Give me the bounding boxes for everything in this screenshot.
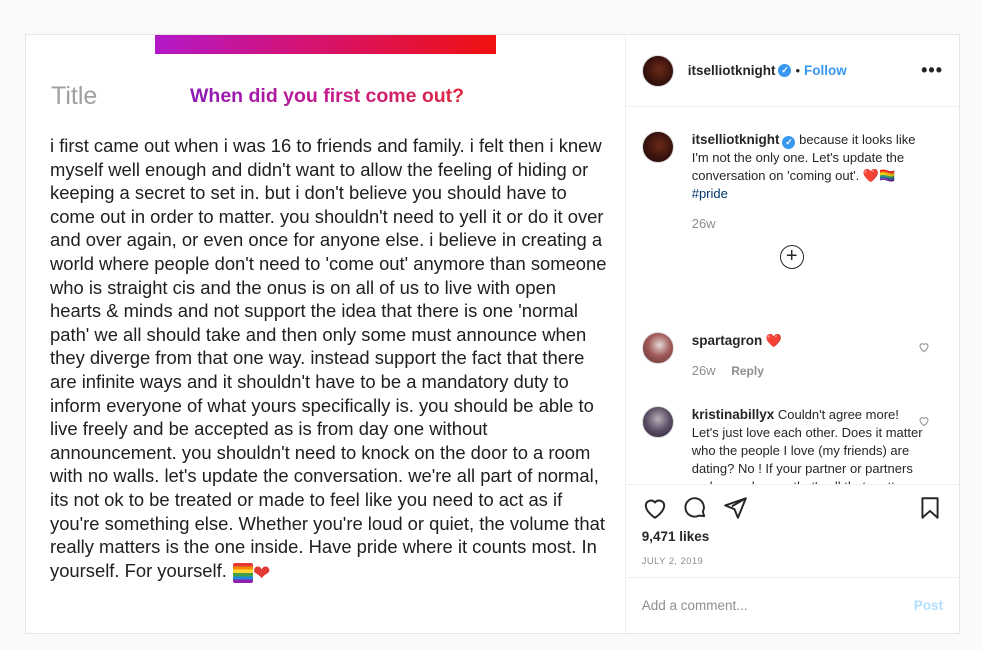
- image-title-label: Title: [51, 82, 98, 110]
- rainbow-flag-icon: [232, 563, 253, 584]
- post-header: itselliotknight ✓ • Follow •••: [625, 35, 959, 107]
- instagram-post: Title When did you first come out? i fir…: [25, 34, 960, 634]
- comment-meta: 26w Reply: [692, 362, 928, 380]
- caption-body: itselliotknight ✓ because it looks like I…: [692, 131, 928, 233]
- heart-emoji: ❤: [252, 561, 271, 585]
- commenter-avatar[interactable]: [641, 332, 674, 364]
- post-actions: 9,471 likes JULY 2, 2019: [625, 484, 959, 567]
- post-comment-button[interactable]: Post: [914, 598, 943, 613]
- verified-badge-icon: ✓: [782, 136, 796, 149]
- like-comment-heart-icon[interactable]: [918, 341, 930, 353]
- author-info: itselliotknight ✓ • Follow: [688, 63, 847, 78]
- comment-body: kristinabillyx Couldn't agree more! Let'…: [692, 406, 928, 484]
- load-more-comments-icon[interactable]: +: [779, 245, 804, 269]
- share-paper-plane-icon[interactable]: [722, 495, 748, 521]
- add-comment-bar: Add a comment... Post: [625, 577, 959, 633]
- post-image[interactable]: Title When did you first come out? i fir…: [26, 35, 625, 633]
- comment-username[interactable]: kristinabillyx: [692, 407, 775, 422]
- more-options-icon[interactable]: •••: [921, 60, 943, 81]
- caption-username[interactable]: itselliotknight: [692, 132, 780, 147]
- save-bookmark-icon[interactable]: [917, 495, 943, 521]
- image-body: i first came out when i was 16 to friend…: [50, 134, 610, 584]
- post-sidebar: itselliotknight ✓ • Follow ••• itselliot…: [624, 35, 959, 633]
- comment-body: spartagron ❤️ 26w Reply: [692, 332, 928, 380]
- commenter-avatar[interactable]: [641, 406, 674, 438]
- caption-hashtag[interactable]: #pride: [692, 186, 728, 201]
- post-date[interactable]: JULY 2, 2019: [642, 556, 943, 567]
- action-icons: [642, 495, 943, 521]
- add-comment-input[interactable]: Add a comment...: [642, 598, 914, 613]
- caption-avatar[interactable]: [641, 131, 674, 163]
- reply-button[interactable]: Reply: [731, 364, 764, 378]
- comment-item: spartagron ❤️ 26w Reply: [641, 332, 947, 380]
- comments-section[interactable]: itselliotknight ✓ because it looks like I…: [626, 108, 959, 484]
- comment-time[interactable]: 26w: [692, 363, 716, 378]
- like-heart-icon[interactable]: [642, 495, 668, 521]
- comment-bubble-icon[interactable]: [682, 495, 708, 521]
- caption: itselliotknight ✓ because it looks like I…: [641, 131, 947, 233]
- image-question: When did you first come out?: [190, 85, 465, 107]
- verified-badge-icon: ✓: [778, 64, 792, 77]
- gradient-banner: [155, 35, 496, 54]
- author-avatar[interactable]: [641, 54, 674, 87]
- likes-count[interactable]: 9,471 likes: [642, 529, 943, 544]
- follow-button[interactable]: Follow: [804, 63, 847, 78]
- caption-time[interactable]: 26w: [692, 216, 716, 231]
- caption-meta: 26w: [692, 215, 928, 233]
- like-comment-heart-icon[interactable]: [918, 415, 930, 427]
- emoji-row: ❤: [232, 560, 271, 585]
- header-separator: •: [795, 63, 801, 78]
- comment-item: kristinabillyx Couldn't agree more! Let'…: [641, 406, 947, 484]
- comment-username[interactable]: spartagron: [692, 333, 763, 348]
- image-body-text: i first came out when i was 16 to friend…: [50, 135, 607, 581]
- author-username[interactable]: itselliotknight: [688, 63, 776, 78]
- comment-text: ❤️: [765, 333, 783, 348]
